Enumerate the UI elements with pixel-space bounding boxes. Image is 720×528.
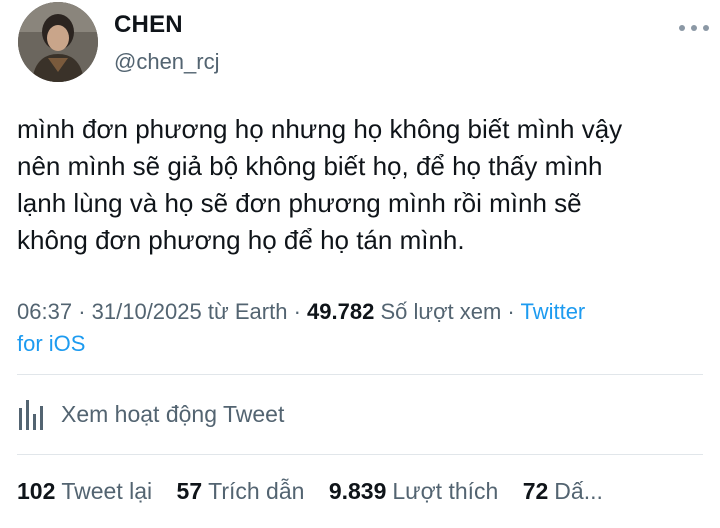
retweets-stat[interactable]: 102 Tweet lại: [17, 478, 152, 505]
tweet-text-line: lạnh lùng và họ sẽ đơn phương mình rồi m…: [17, 188, 582, 218]
tweet-metadata: 06:37 · 31/10/2025 từ Earth · 49.782 Số …: [17, 296, 707, 360]
likes-stat[interactable]: 9.839 Lượt thích: [329, 478, 498, 505]
tweet-location[interactable]: Earth: [235, 299, 288, 324]
divider: [17, 454, 703, 455]
tweet-stats: 102 Tweet lại 57 Trích dẫn 9.839 Lượt thích…: [17, 478, 707, 505]
retweets-count: 102: [17, 478, 56, 504]
tweet-time[interactable]: 06:37: [17, 299, 72, 324]
separator-dot: ·: [293, 299, 301, 324]
separator-dot: ·: [507, 299, 515, 324]
tweet-date[interactable]: 31/10/2025: [92, 299, 202, 324]
likes-count: 9.839: [328, 478, 387, 504]
author-display-name[interactable]: CHEN: [114, 11, 183, 39]
bookmarks-stat[interactable]: 72 Dấ...: [523, 478, 603, 505]
quotes-label: Trích dẫn: [208, 478, 305, 504]
client-link[interactable]: Twitter: [520, 299, 585, 324]
views-count: 49.782: [307, 299, 375, 324]
divider: [17, 374, 703, 375]
bookmarks-count: 72: [522, 478, 549, 504]
more-options-button[interactable]: [676, 21, 712, 35]
quotes-count: 57: [176, 478, 203, 504]
client-link-continued[interactable]: for iOS: [17, 331, 85, 356]
view-tweet-activity-label: Xem hoạt động Tweet: [61, 400, 285, 427]
separator-dot: ·: [78, 299, 86, 324]
quotes-stat[interactable]: 57 Trích dẫn: [177, 478, 305, 505]
tweet-text-line: mình đơn phương họ nhưng họ không biết m…: [17, 114, 623, 144]
tweet-text-line: không đơn phương họ để họ tán mình.: [17, 225, 465, 255]
tweet-text: mình đơn phương họ nhưng họ không biết m…: [17, 111, 707, 259]
likes-label: Lượt thích: [392, 478, 499, 504]
tweet-text-line: nên mình sẽ giả bộ không biết họ, để họ …: [17, 151, 603, 181]
bookmarks-label: Dấ...: [554, 478, 603, 504]
avatar[interactable]: [18, 2, 98, 82]
bar-chart-icon: [19, 400, 43, 430]
source-prefix: từ: [207, 299, 229, 324]
retweets-label: Tweet lại: [61, 478, 153, 504]
more-horizontal-icon: [679, 25, 709, 31]
views-label: Số lượt xem: [380, 299, 502, 324]
author-handle[interactable]: @chen_rcj: [114, 49, 220, 75]
view-tweet-activity-button[interactable]: Xem hoạt động Tweet: [17, 394, 284, 434]
